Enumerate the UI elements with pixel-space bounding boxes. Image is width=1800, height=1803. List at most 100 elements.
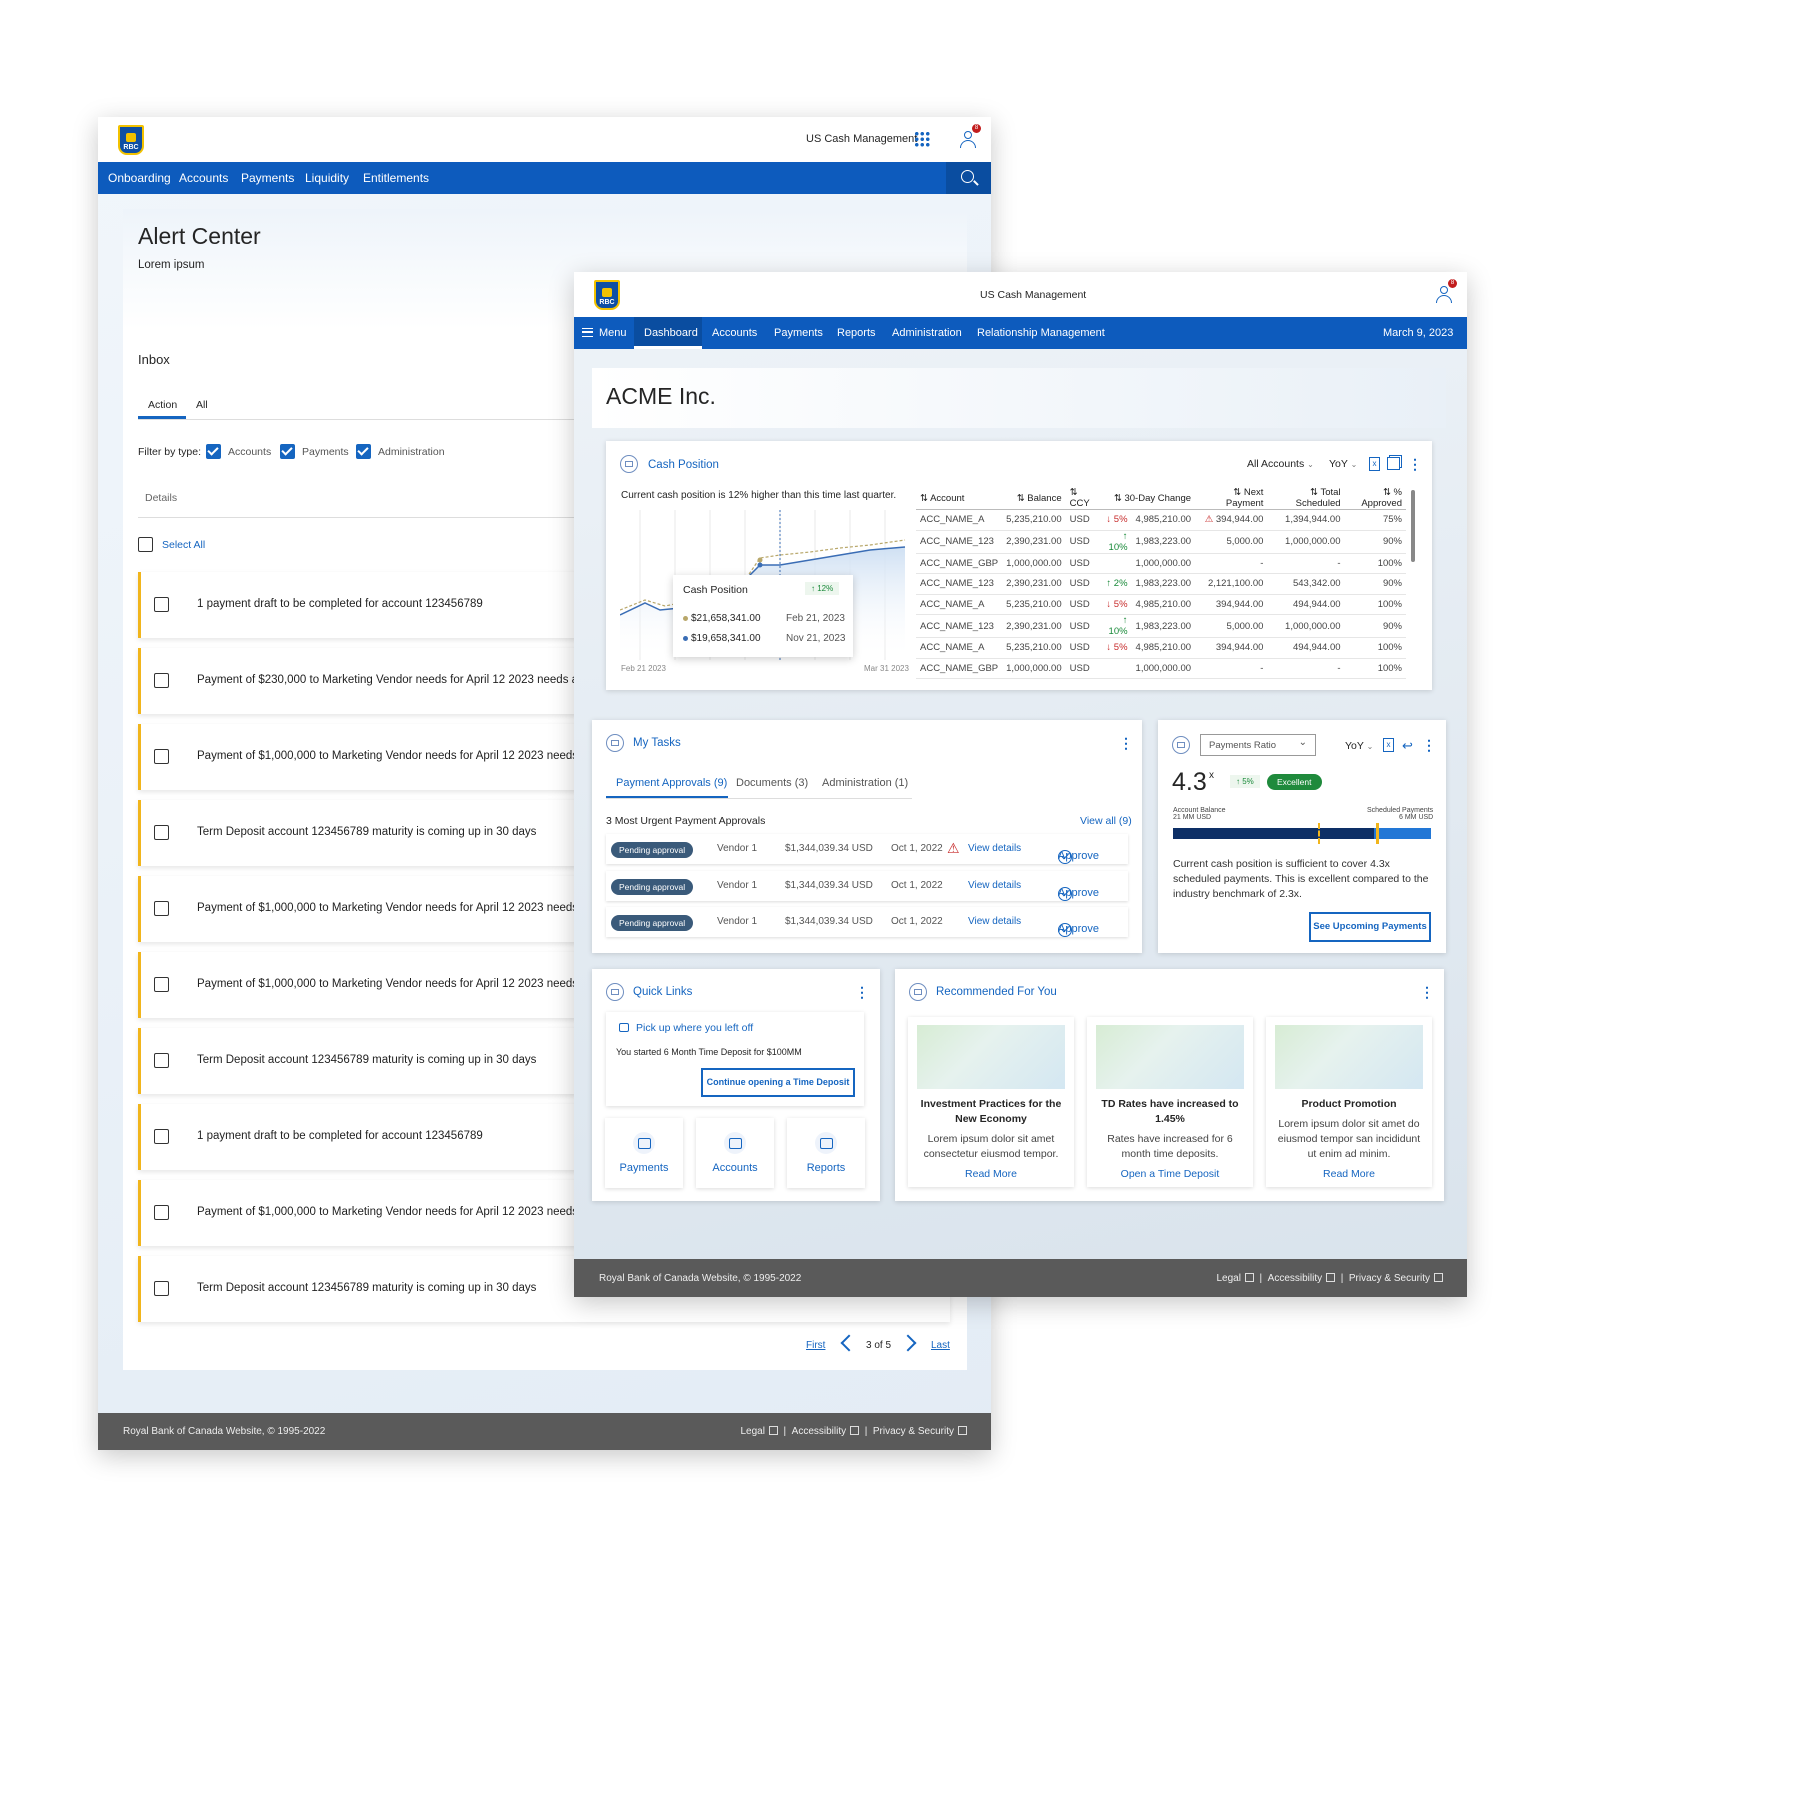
user-icon[interactable]: 8 <box>1436 279 1457 304</box>
nav-dashboard[interactable]: Dashboard <box>644 317 698 349</box>
quick-link-accounts[interactable]: Accounts <box>696 1118 774 1188</box>
promo-image <box>1275 1025 1423 1089</box>
view-details-link[interactable]: View details <box>968 843 1021 854</box>
excel-export-icon[interactable]: x <box>1369 457 1380 471</box>
footer-accessibility[interactable]: Accessibility <box>1268 1273 1322 1284</box>
pager-last[interactable]: Last <box>931 1340 950 1351</box>
alert-checkbox[interactable] <box>154 825 169 840</box>
share-icon[interactable]: ↩ <box>1402 739 1413 752</box>
tab-action[interactable]: Action <box>148 399 177 411</box>
alert-checkbox[interactable] <box>154 673 169 688</box>
footer-privacy[interactable]: Privacy & Security <box>873 1426 954 1437</box>
ratio-change: ↑ 5% <box>1230 775 1260 788</box>
col-balance[interactable]: ⇅ Balance <box>1002 487 1066 510</box>
alert-checkbox[interactable] <box>154 1129 169 1144</box>
resume-title[interactable]: Pick up where you left off <box>636 1022 753 1034</box>
view-details-link[interactable]: View details <box>968 880 1021 891</box>
quick-link-payments[interactable]: Payments <box>605 1118 683 1188</box>
resume-text: You started 6 Month Time Deposit for $10… <box>616 1047 802 1057</box>
select-all-label[interactable]: Select All <box>162 539 205 551</box>
tab-payment-approvals[interactable]: Payment Approvals (9) <box>616 777 727 789</box>
footer-legal[interactable]: Legal <box>1216 1273 1240 1284</box>
continue-time-deposit-button[interactable]: Continue opening a Time Deposit <box>701 1068 855 1097</box>
see-upcoming-payments-button[interactable]: See Upcoming Payments <box>1309 912 1431 942</box>
view-all-link[interactable]: View all (9) <box>1080 815 1132 827</box>
rec-link[interactable]: Read More <box>1266 1168 1432 1180</box>
nav-relationship-management[interactable]: Relationship Management <box>977 317 1105 349</box>
nav-liquidity[interactable]: Liquidity <box>305 162 349 194</box>
excel-export-icon[interactable]: x <box>1383 738 1394 752</box>
alert-checkbox[interactable] <box>154 1053 169 1068</box>
nav-accounts[interactable]: Accounts <box>712 317 757 349</box>
apps-grid-icon[interactable] <box>914 131 930 147</box>
tab-documents[interactable]: Documents (3) <box>736 777 808 789</box>
alert-checkbox[interactable] <box>154 901 169 916</box>
table-row[interactable]: ACC_NAME_123 2,390,231.00 USD ↑ 2% 1,983,223… <box>916 573 1406 595</box>
table-row[interactable]: ACC_NAME_A 5,235,210.00 USD ↓ 5% 4,985,210.0… <box>916 509 1406 531</box>
nav-administration[interactable]: Administration <box>892 317 962 349</box>
nav-payments[interactable]: Payments <box>241 162 294 194</box>
current-date: March 9, 2023 <box>1383 327 1454 339</box>
nav-onboarding[interactable]: Onboarding <box>108 162 171 194</box>
rbc-logo[interactable] <box>118 125 144 155</box>
nav-accounts[interactable]: Accounts <box>179 162 228 194</box>
select-all-checkbox[interactable] <box>138 537 153 552</box>
rec-link[interactable]: Open a Time Deposit <box>1087 1168 1253 1180</box>
status-badge: Pending approval <box>611 879 694 895</box>
table-row[interactable]: ACC_NAME_A 5,235,210.00 USD ↓ 5% 4,985,210.0… <box>916 637 1406 659</box>
pager-first[interactable]: First <box>806 1340 825 1351</box>
more-options-icon[interactable]: ⋮ <box>1422 738 1436 752</box>
rec-link[interactable]: Read More <box>908 1168 1074 1180</box>
filter-payments-checkbox[interactable] <box>280 444 295 459</box>
menu-icon[interactable] <box>582 328 593 337</box>
cell: USD <box>1065 594 1101 615</box>
table-row[interactable]: ACC_NAME_GBP 1,000,000.00 USD 1,000,000.00-… <box>916 658 1406 679</box>
more-options-icon[interactable]: ⋮ <box>1420 985 1434 999</box>
nav-reports[interactable]: Reports <box>837 317 876 349</box>
ratio-period-dropdown[interactable]: YoY ⌄ <box>1345 740 1373 752</box>
col-30-day-change[interactable]: ⇅ 30-Day Change <box>1100 487 1196 510</box>
nav-payments[interactable]: Payments <box>774 317 823 349</box>
nav-entitlements[interactable]: Entitlements <box>363 162 429 194</box>
footer-legal[interactable]: Legal <box>740 1426 764 1437</box>
col-next-payment[interactable]: ⇅ Next Payment <box>1195 487 1268 510</box>
table-row[interactable]: ACC_NAME_123 2,390,231.00 USD ↑ 10% 1,983,22… <box>916 614 1406 638</box>
table-row[interactable]: ACC_NAME_123 2,390,231.00 USD ↑ 10% 1,983,22… <box>916 530 1406 554</box>
table-row[interactable]: ACC_NAME_A 5,235,210.00 USD ↓ 5% 4,985,210.0… <box>916 594 1406 615</box>
ratio-selector[interactable]: Payments Ratio ⌄ <box>1200 734 1316 756</box>
col-account[interactable]: ⇅ Account <box>916 487 1003 510</box>
recommendation-card[interactable]: Investment Practices for the New Economy… <box>908 1017 1074 1187</box>
col-percent-approved[interactable]: ⇅ % Approved <box>1344 487 1406 510</box>
alert-checkbox[interactable] <box>154 749 169 764</box>
more-options-icon[interactable]: ⋮ <box>1119 736 1133 750</box>
main-nav: Menu Dashboard Accounts Payments Reports… <box>574 317 1467 349</box>
filter-accounts-checkbox[interactable] <box>206 444 221 459</box>
col-total-scheduled[interactable]: ⇅ Total Scheduled <box>1267 487 1345 510</box>
search-button[interactable] <box>946 162 991 194</box>
recommendation-card[interactable]: Product Promotion Lorem ipsum dolor sit … <box>1266 1017 1432 1187</box>
alert-checkbox[interactable] <box>154 977 169 992</box>
tab-all[interactable]: All <box>196 399 208 411</box>
col-ccy[interactable]: ⇅ CCY <box>1065 487 1101 510</box>
table-scrollbar[interactable] <box>1411 490 1415 562</box>
view-details-link[interactable]: View details <box>968 916 1021 927</box>
tab-administration[interactable]: Administration (1) <box>822 777 908 789</box>
more-options-icon[interactable]: ⋮ <box>1408 457 1422 471</box>
table-row[interactable]: ACC_NAME_GBP 1,000,000.00 USD 1,000,000.00-… <box>916 553 1406 574</box>
rbc-logo[interactable] <box>594 280 620 310</box>
footer-privacy[interactable]: Privacy & Security <box>1349 1273 1430 1284</box>
footer-accessibility[interactable]: Accessibility <box>792 1426 846 1437</box>
account-filter-dropdown[interactable]: All Accounts ⌄ <box>1247 458 1314 470</box>
more-options-icon[interactable]: ⋮ <box>855 985 869 999</box>
alert-text: Payment of $230,000 to Marketing Vendor … <box>197 674 616 686</box>
period-dropdown[interactable]: YoY ⌄ <box>1329 458 1357 470</box>
user-icon[interactable]: 8 <box>960 124 981 149</box>
alert-checkbox[interactable] <box>154 1205 169 1220</box>
filter-administration-checkbox[interactable] <box>356 444 371 459</box>
recommendation-card[interactable]: TD Rates have increased to 1.45% Rates h… <box>1087 1017 1253 1187</box>
copy-icon[interactable] <box>1387 457 1400 470</box>
alert-checkbox[interactable] <box>154 597 169 612</box>
alert-checkbox[interactable] <box>154 1281 169 1296</box>
nav-menu[interactable]: Menu <box>599 317 627 349</box>
quick-link-reports[interactable]: Reports <box>787 1118 865 1188</box>
